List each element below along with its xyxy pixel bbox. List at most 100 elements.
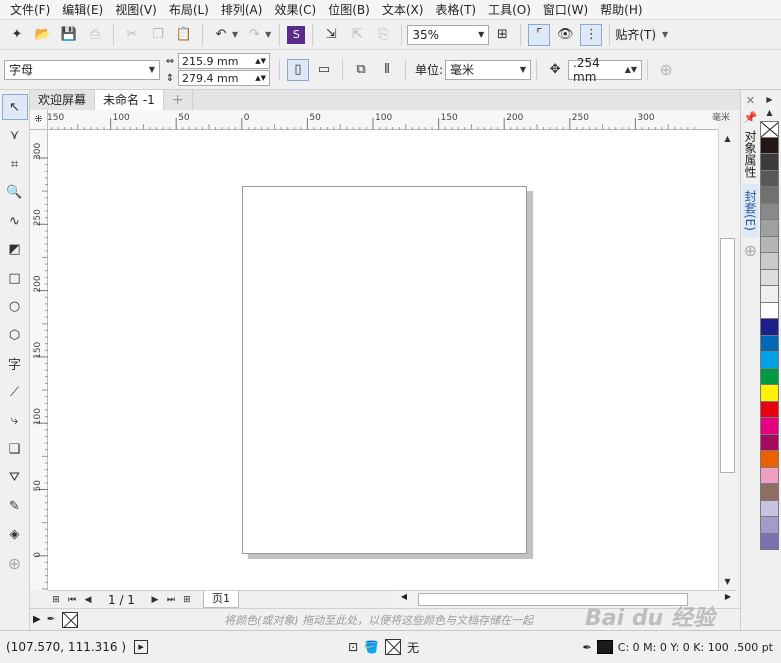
- palette-color-swatch[interactable]: [760, 401, 779, 418]
- palette-color-swatch[interactable]: [760, 385, 779, 402]
- spinner-icon[interactable]: ▲▼: [255, 74, 269, 82]
- vertical-ruler[interactable]: 300 250 200 150 100 50 0: [30, 130, 48, 590]
- search-content-icon[interactable]: S: [287, 25, 306, 44]
- palette-color-swatch[interactable]: [760, 467, 779, 484]
- palette-color-swatch[interactable]: [760, 253, 779, 270]
- menu-item[interactable]: 排列(A): [215, 0, 269, 20]
- zoom-tool-icon[interactable]: 🔍: [2, 180, 28, 206]
- menu-item[interactable]: 工具(O): [482, 0, 537, 20]
- no-color-swatch[interactable]: [62, 611, 79, 628]
- page-tab[interactable]: 页1: [202, 591, 239, 608]
- text-tool-icon[interactable]: 字: [2, 351, 28, 377]
- save-icon[interactable]: 💾: [58, 24, 80, 46]
- horizontal-ruler[interactable]: 150 100 50 0 50 100 150 200 250 300: [44, 110, 718, 130]
- palette-color-swatch[interactable]: [760, 203, 779, 220]
- snap-dropdown-icon[interactable]: ▼: [662, 30, 668, 39]
- show-rulers-icon[interactable]: ⌜: [528, 23, 551, 46]
- palette-color-swatch[interactable]: [760, 220, 779, 237]
- drop-shadow-tool-icon[interactable]: ❑: [2, 436, 28, 462]
- palette-color-swatch[interactable]: [760, 434, 779, 451]
- menu-item[interactable]: 编辑(E): [56, 0, 109, 20]
- palette-scroll-up-icon[interactable]: ▲: [760, 108, 779, 121]
- print-icon[interactable]: ⎙: [84, 24, 106, 46]
- pin-icon[interactable]: 📌: [744, 111, 758, 124]
- palette-color-swatch[interactable]: [760, 187, 779, 204]
- rectangle-tool-icon[interactable]: □: [2, 265, 28, 291]
- next-page-icon[interactable]: ▶: [147, 595, 163, 605]
- menu-item[interactable]: 文件(F): [4, 0, 56, 20]
- ruler-origin-icon[interactable]: ⁜: [30, 110, 48, 130]
- nudge-distance-input[interactable]: .254 mm ▲▼: [568, 56, 643, 84]
- palette-color-swatch[interactable]: [760, 418, 779, 435]
- menu-item[interactable]: 效果(C): [268, 0, 322, 20]
- palette-color-swatch[interactable]: [760, 352, 779, 369]
- publish-pdf-icon[interactable]: ⎘: [372, 24, 394, 46]
- palette-color-swatch[interactable]: [760, 500, 779, 517]
- scroll-up-icon[interactable]: ▲: [719, 130, 736, 147]
- landscape-icon[interactable]: ▭: [313, 59, 335, 81]
- scroll-left-icon[interactable]: ◀: [396, 592, 412, 601]
- palette-color-swatch[interactable]: [760, 302, 779, 319]
- pen-icon[interactable]: ✒: [583, 641, 592, 654]
- palette-menu-icon[interactable]: ▶: [760, 95, 779, 108]
- export-icon[interactable]: ⇱: [346, 24, 368, 46]
- last-page-icon[interactable]: ⏭: [163, 595, 179, 605]
- vertical-scrollbar[interactable]: ▲ ▼: [718, 130, 736, 590]
- drawing-canvas[interactable]: [48, 130, 718, 590]
- no-fill-swatch[interactable]: [385, 639, 402, 655]
- menu-item[interactable]: 位图(B): [322, 0, 376, 20]
- paste-icon[interactable]: 📋: [173, 24, 195, 46]
- menu-item[interactable]: 视图(V): [109, 0, 163, 20]
- snap-to-menu[interactable]: 贴齐(T): [615, 26, 656, 43]
- menu-item[interactable]: 窗口(W): [537, 0, 594, 20]
- menu-item[interactable]: 布局(L): [163, 0, 215, 20]
- copy-icon[interactable]: ❐: [147, 24, 169, 46]
- palette-color-swatch[interactable]: [760, 236, 779, 253]
- current-page-icon[interactable]: ⫴: [376, 59, 398, 81]
- ellipse-tool-icon[interactable]: ○: [2, 294, 28, 320]
- pick-tool-icon[interactable]: ↖: [1, 94, 28, 120]
- palette-color-swatch[interactable]: [760, 154, 779, 171]
- connector-tool-icon[interactable]: ⤷: [2, 408, 28, 434]
- redo-dropdown-icon[interactable]: ▼: [265, 30, 271, 39]
- palette-color-swatch[interactable]: [760, 170, 779, 187]
- smart-fill-tool-icon[interactable]: ◩: [2, 237, 28, 263]
- interactive-fill-tool-icon[interactable]: ◈: [2, 522, 28, 548]
- polygon-tool-icon[interactable]: ⬡: [2, 322, 28, 348]
- import-icon[interactable]: ⇲: [320, 24, 342, 46]
- shape-tool-icon[interactable]: ⋎: [2, 123, 28, 149]
- eyedropper-icon[interactable]: ✒: [47, 614, 55, 625]
- palette-color-swatch[interactable]: [760, 286, 779, 303]
- new-document-icon[interactable]: ✦: [6, 24, 28, 46]
- show-guidelines-icon[interactable]: ⋮: [580, 23, 603, 46]
- undo-icon[interactable]: ↶: [210, 24, 232, 46]
- palette-color-swatch[interactable]: [760, 484, 779, 501]
- palette-color-swatch[interactable]: [760, 319, 779, 336]
- show-grid-icon[interactable]: 👁: [554, 24, 576, 46]
- previous-page-icon[interactable]: ◀: [80, 595, 96, 605]
- transparency-tool-icon[interactable]: ⛛: [2, 465, 28, 491]
- cut-icon[interactable]: ✂: [121, 24, 143, 46]
- add-docker-icon[interactable]: ⊕: [744, 241, 757, 260]
- undo-dropdown-icon[interactable]: ▼: [232, 30, 238, 39]
- crop-tool-icon[interactable]: ⌗: [2, 151, 28, 177]
- page-width-input[interactable]: 215.9 mm ▲▼: [178, 53, 270, 69]
- vertical-scroll-thumb[interactable]: [720, 238, 735, 473]
- document-page[interactable]: [242, 186, 527, 554]
- palette-color-swatch[interactable]: [760, 269, 779, 286]
- page-height-input[interactable]: 279.4 mm ▲▼: [178, 70, 270, 86]
- dimension-tool-icon[interactable]: ⟋: [2, 379, 28, 405]
- close-icon[interactable]: ✕: [746, 94, 755, 107]
- new-tab-icon[interactable]: +: [164, 90, 193, 110]
- freehand-tool-icon[interactable]: ∿: [2, 208, 28, 234]
- eyedropper-tool-icon[interactable]: ✎: [2, 493, 28, 519]
- tab-envelope[interactable]: 封套(E): [742, 184, 759, 237]
- menu-item[interactable]: 表格(T): [429, 0, 482, 20]
- spinner-icon[interactable]: ▲▼: [255, 57, 269, 65]
- play-icon[interactable]: ▶: [134, 640, 149, 654]
- scroll-right-icon[interactable]: ▶: [720, 592, 736, 601]
- fill-bucket-icon[interactable]: 🪣: [364, 640, 379, 654]
- palette-color-swatch[interactable]: [760, 335, 779, 352]
- palette-color-swatch[interactable]: [760, 533, 779, 550]
- add-tool-icon[interactable]: ⊕: [2, 550, 28, 576]
